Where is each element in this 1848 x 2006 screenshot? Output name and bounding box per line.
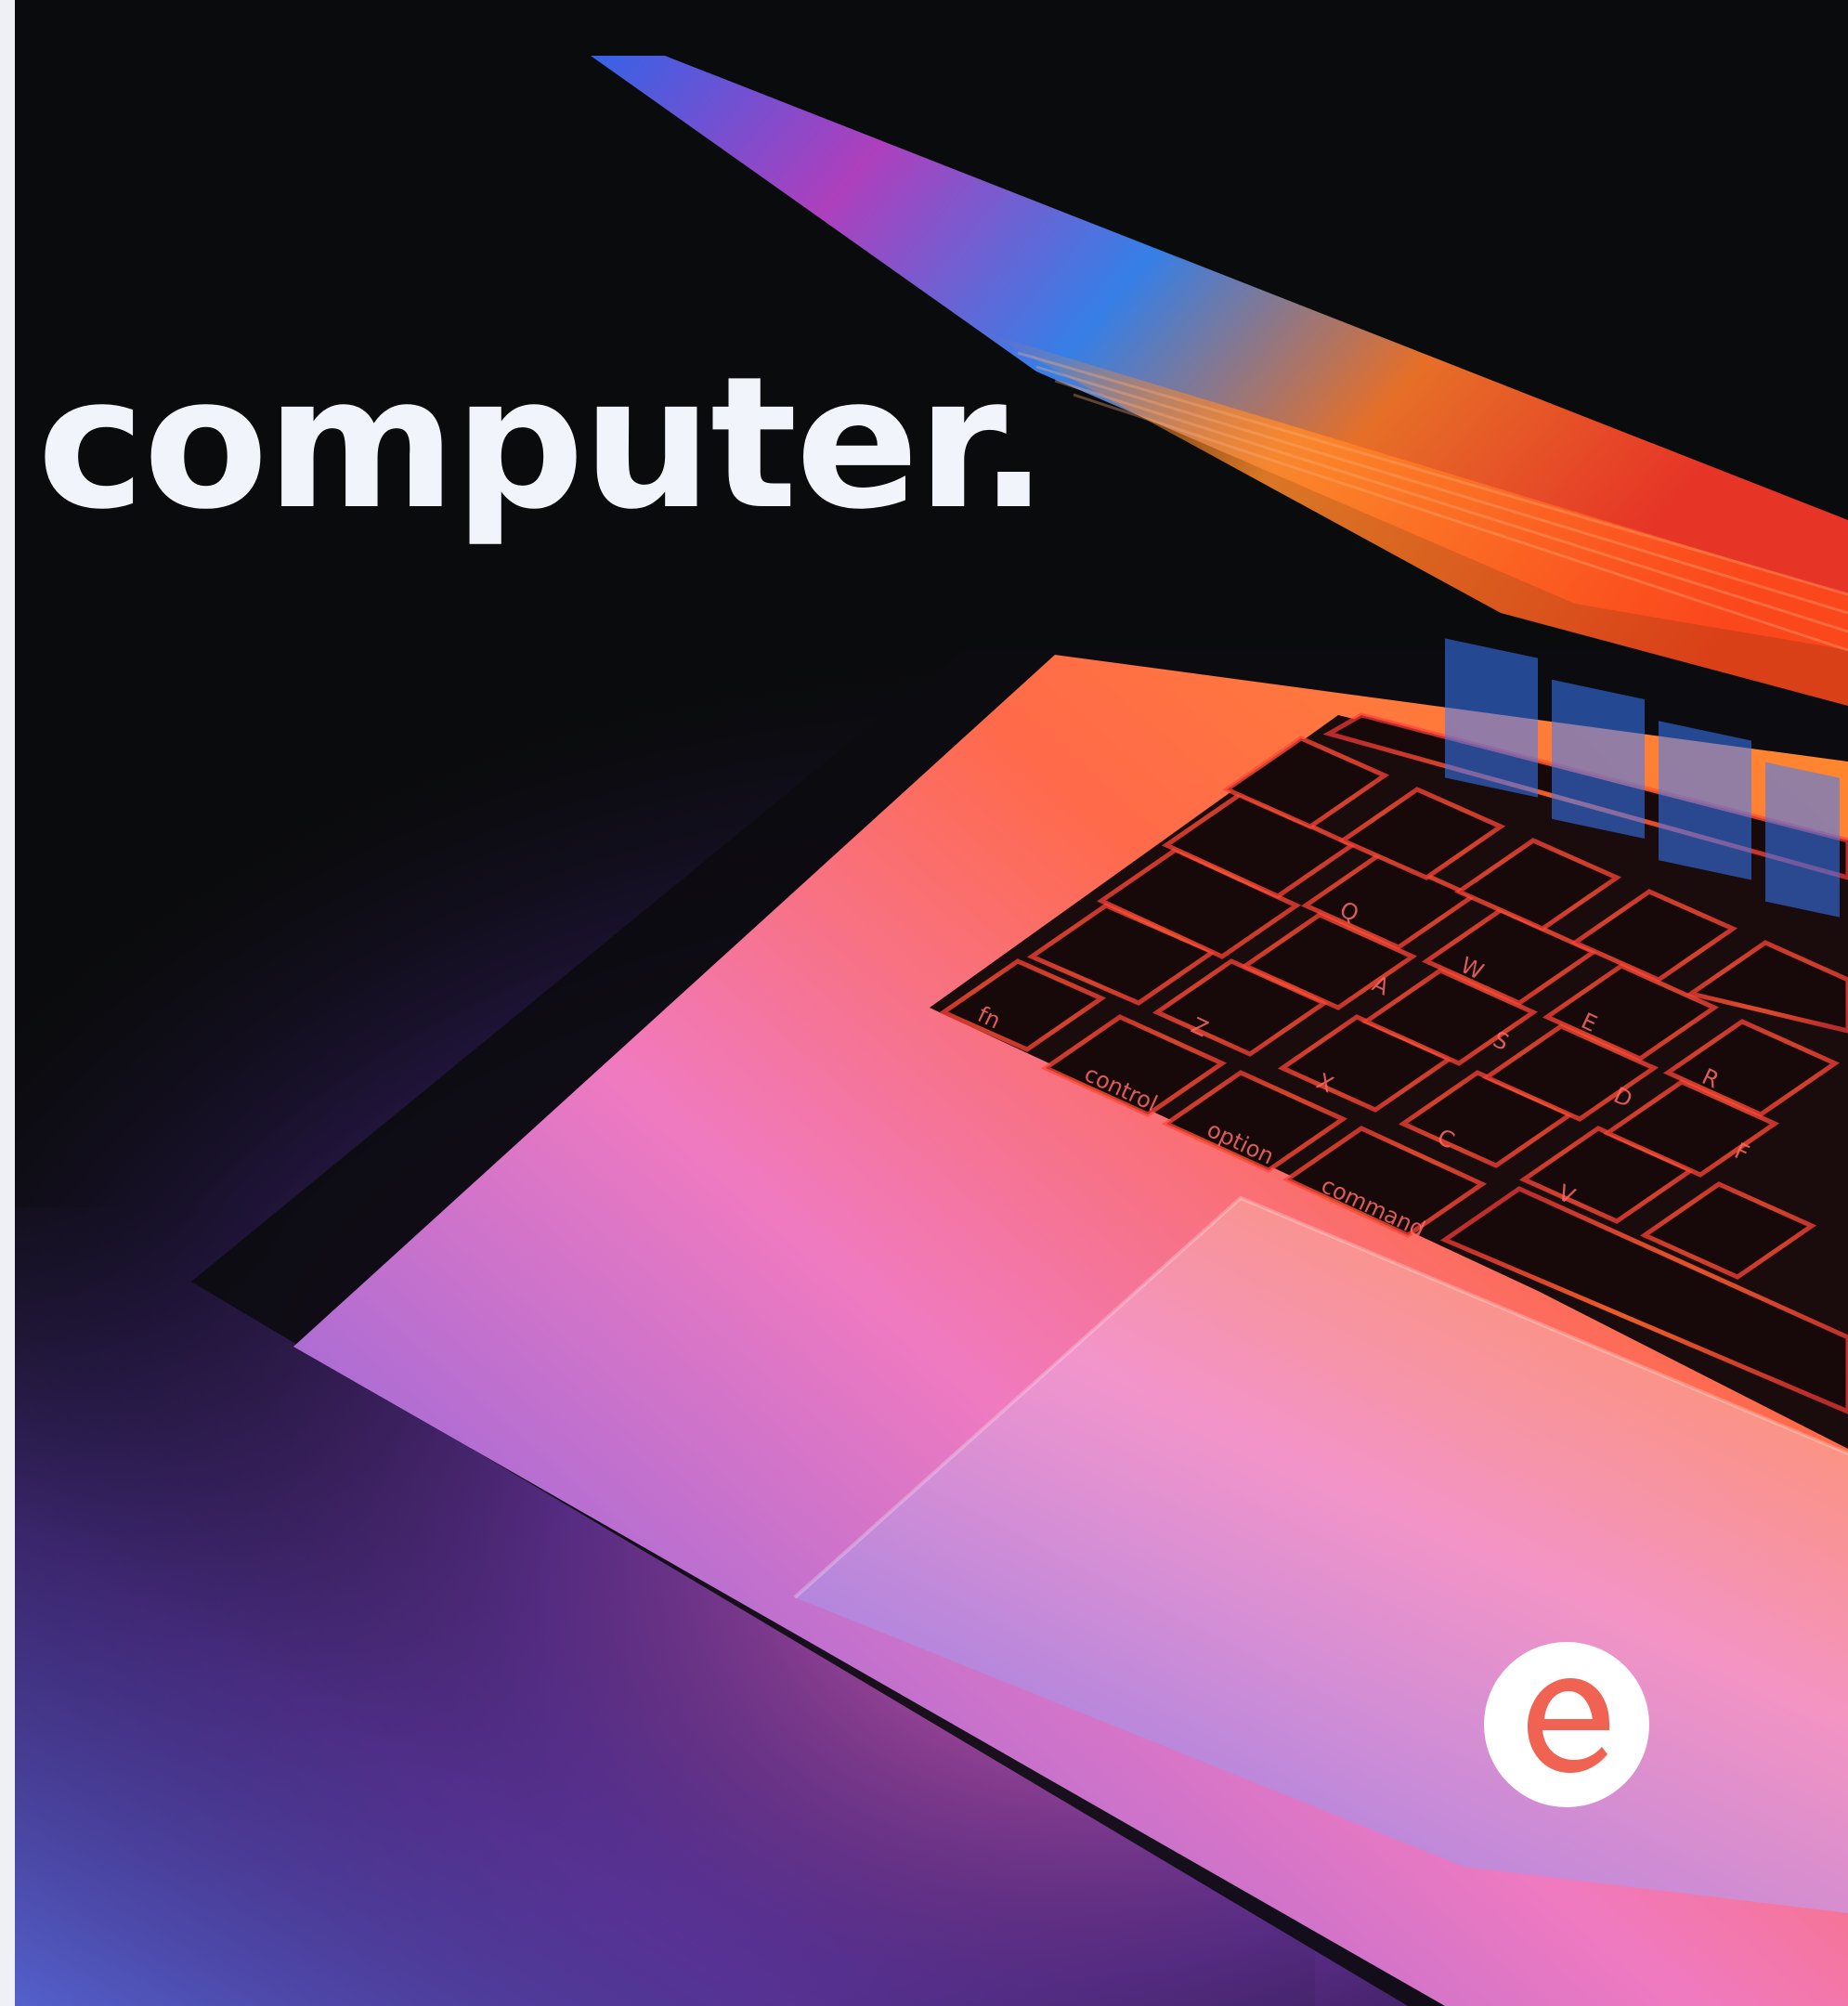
letter-e-logo-icon	[1528, 1678, 1609, 1773]
left-edge-strip	[0, 0, 15, 2006]
poster: fn control option command Q W E R A S D …	[0, 0, 1848, 2006]
brand-logo	[1484, 1642, 1649, 1807]
headline: computer.	[37, 338, 1048, 550]
